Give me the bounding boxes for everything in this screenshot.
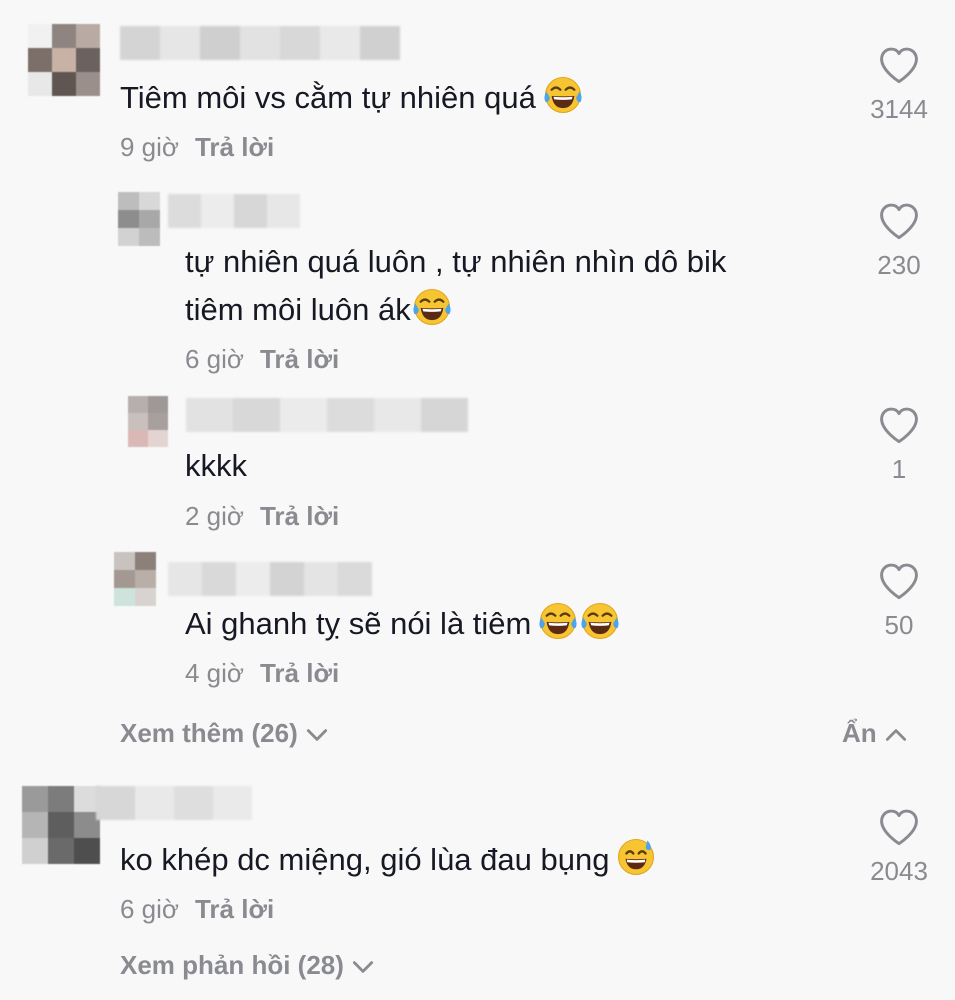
like-count: 3144 (870, 94, 928, 124)
reply-button[interactable]: Trả lời (260, 344, 339, 374)
hide-replies-button[interactable]: Ẩn (842, 718, 909, 749)
avatar[interactable] (22, 786, 100, 864)
comment-meta: 2 giờ Trả lời (185, 501, 339, 532)
face-with-tears-of-joy-icon (537, 600, 579, 642)
face-with-tears-of-joy-icon (579, 600, 621, 642)
comment-text: Ai ghanh tỵ sẽ nói là tiêm (185, 600, 621, 648)
view-more-label: Xem thêm (26) (120, 718, 298, 748)
reply-button[interactable]: Trả lời (195, 894, 274, 924)
like-button[interactable]: 230 (854, 200, 944, 281)
comment-time: 2 giờ (185, 501, 244, 531)
avatar[interactable] (118, 192, 160, 246)
username[interactable] (96, 786, 252, 820)
comment-text: tự nhiên quá luôn , tự nhiên nhìn dô bik… (185, 244, 727, 328)
comment-time: 6 giờ (185, 344, 244, 374)
username[interactable] (168, 194, 300, 228)
heart-outline-icon (877, 806, 921, 850)
face-with-tears-of-joy-icon (542, 74, 584, 116)
heart-outline-icon (877, 560, 921, 604)
comment-time: 9 giờ (120, 132, 179, 162)
comment-time: 4 giờ (185, 658, 244, 688)
avatar[interactable] (128, 396, 168, 448)
username[interactable] (186, 398, 468, 432)
view-more-replies-button[interactable]: Xem thêm (26) (120, 718, 330, 749)
like-button[interactable]: 1 (854, 404, 944, 485)
avatar[interactable] (114, 552, 156, 606)
comment-meta: 6 giờ Trả lời (185, 344, 339, 375)
view-replies-button[interactable]: Xem phản hồi (28) (120, 950, 376, 981)
comment-meta: 4 giờ Trả lời (185, 658, 339, 689)
comment-text: ko khép dc miệng, gió lùa đau bụng (120, 836, 657, 884)
comment-meta: 9 giờ Trả lời (120, 132, 274, 163)
like-count: 1 (891, 454, 907, 484)
like-button[interactable]: 50 (854, 560, 944, 641)
reply-button[interactable]: Trả lời (260, 501, 339, 531)
chevron-down-icon (306, 729, 327, 741)
heart-outline-icon (877, 404, 921, 448)
chevron-down-icon (352, 961, 373, 973)
like-count: 2043 (870, 856, 928, 886)
heart-outline-icon (877, 200, 921, 244)
comment-time: 6 giờ (120, 894, 179, 924)
face-with-tears-of-joy-icon (411, 286, 453, 328)
username[interactable] (168, 562, 372, 596)
reply-button[interactable]: Trả lời (195, 132, 274, 162)
view-replies-label: Xem phản hồi (28) (120, 950, 344, 980)
comment-text: Tiêm môi vs cằm tự nhiên quá (120, 74, 584, 122)
heart-outline-icon (877, 44, 921, 88)
reply-button[interactable]: Trả lời (260, 658, 339, 688)
like-count: 230 (877, 250, 921, 280)
like-button[interactable]: 2043 (854, 806, 944, 887)
chevron-up-icon (885, 729, 906, 741)
comment-text: kkkk (185, 448, 247, 483)
hide-label: Ẩn (842, 718, 877, 748)
grinning-face-with-sweat-icon (615, 836, 657, 878)
like-button[interactable]: 3144 (854, 44, 944, 125)
like-count: 50 (884, 610, 914, 640)
username[interactable] (120, 26, 400, 60)
avatar[interactable] (28, 24, 100, 96)
comment-meta: 6 giờ Trả lời (120, 894, 274, 925)
